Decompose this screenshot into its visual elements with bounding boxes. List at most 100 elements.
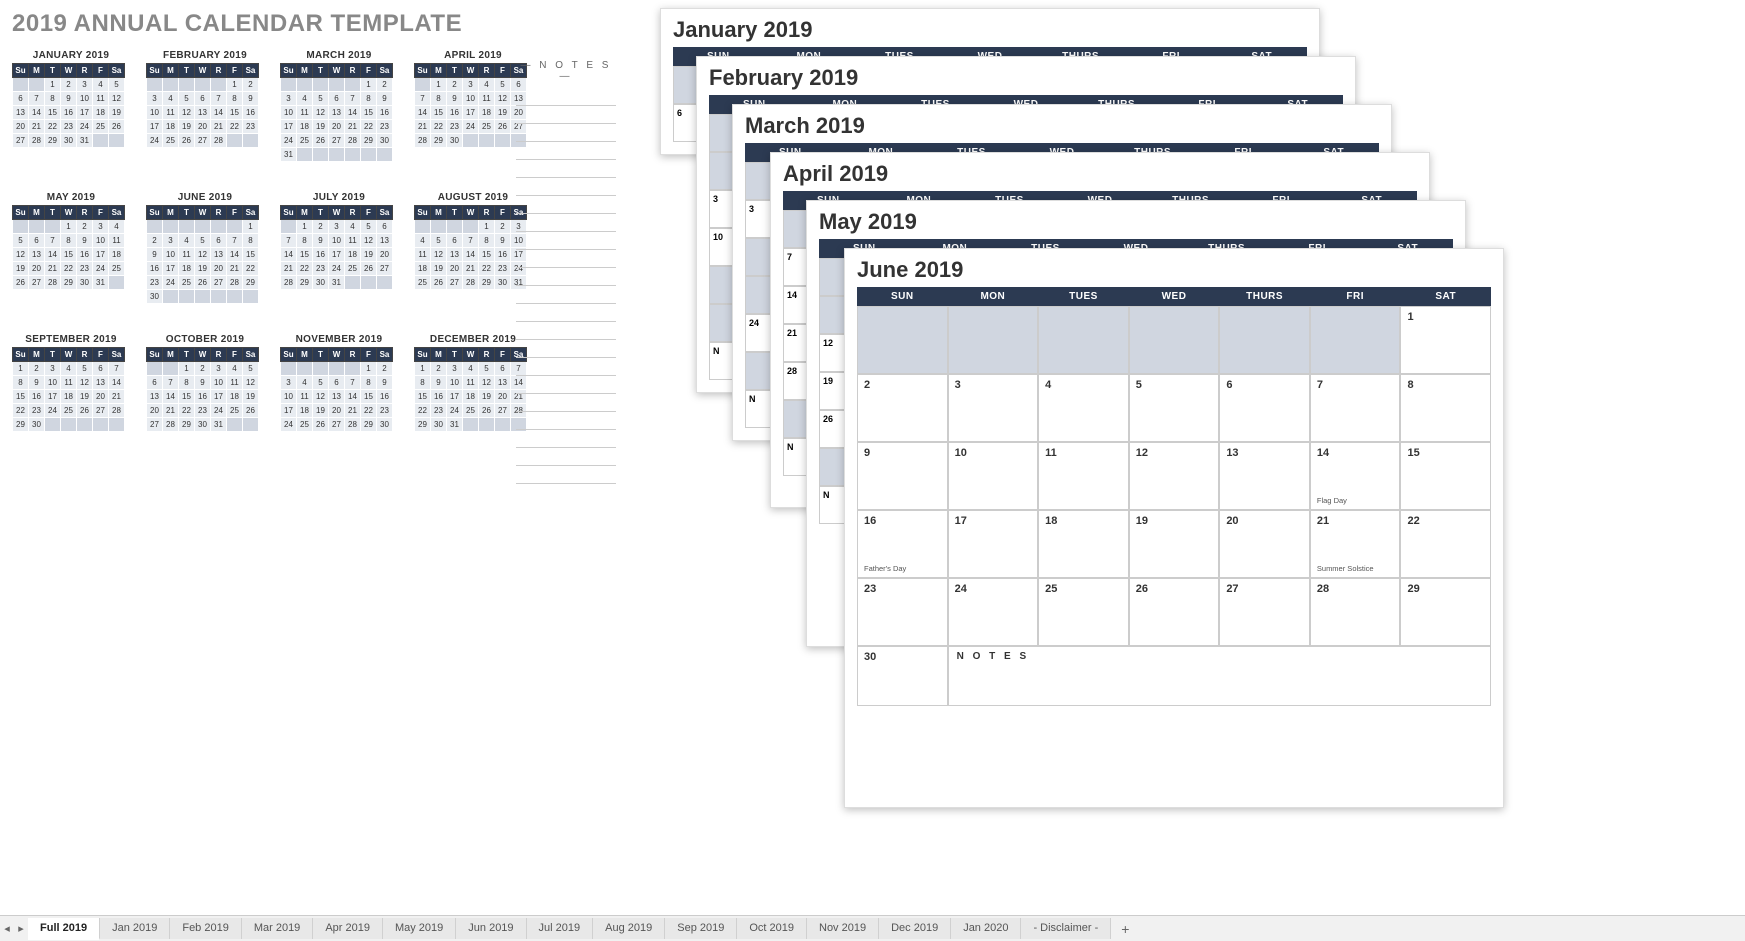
calendar-day-cell[interactable]: 24: [948, 578, 1039, 646]
mini-day-cell[interactable]: 20: [147, 404, 163, 418]
notes-line[interactable]: [516, 412, 616, 430]
mini-day-cell[interactable]: 25: [109, 262, 125, 276]
notes-line[interactable]: [516, 466, 616, 484]
mini-day-cell[interactable]: 4: [297, 376, 313, 390]
mini-day-cell[interactable]: 24: [163, 276, 179, 290]
sheet-tab[interactable]: Dec 2019: [879, 918, 951, 939]
mini-day-cell[interactable]: 29: [297, 276, 313, 290]
mini-day-cell[interactable]: 10: [93, 234, 109, 248]
mini-day-cell[interactable]: 6: [329, 376, 345, 390]
mini-day-cell[interactable]: 1: [297, 220, 313, 234]
mini-day-cell[interactable]: 30: [495, 276, 511, 290]
mini-day-cell[interactable]: 10: [211, 376, 227, 390]
mini-day-cell[interactable]: 7: [415, 92, 431, 106]
mini-day-cell[interactable]: 20: [13, 120, 29, 134]
mini-day-cell[interactable]: 17: [211, 390, 227, 404]
calendar-day-cell[interactable]: 22: [1400, 510, 1491, 578]
mini-day-cell[interactable]: 7: [281, 234, 297, 248]
mini-day-cell[interactable]: 1: [61, 220, 77, 234]
mini-day-cell[interactable]: [109, 134, 125, 148]
mini-day-cell[interactable]: [281, 78, 297, 92]
mini-day-cell[interactable]: [377, 148, 393, 162]
add-sheet-button[interactable]: +: [1111, 917, 1139, 941]
sheet-tab[interactable]: Mar 2019: [242, 918, 313, 939]
mini-day-cell[interactable]: 1: [415, 362, 431, 376]
mini-day-cell[interactable]: 9: [29, 376, 45, 390]
sheet-tab[interactable]: Sep 2019: [665, 918, 737, 939]
mini-day-cell[interactable]: 2: [77, 220, 93, 234]
mini-day-cell[interactable]: 2: [313, 220, 329, 234]
notes-line[interactable]: [516, 322, 616, 340]
mini-day-cell[interactable]: 4: [179, 234, 195, 248]
mini-day-cell[interactable]: [313, 362, 329, 376]
mini-day-cell[interactable]: 21: [29, 120, 45, 134]
mini-day-cell[interactable]: 2: [377, 362, 393, 376]
mini-day-cell[interactable]: 23: [313, 262, 329, 276]
mini-day-cell[interactable]: 9: [431, 376, 447, 390]
mini-day-cell[interactable]: 31: [447, 418, 463, 432]
mini-day-cell[interactable]: 7: [345, 376, 361, 390]
mini-day-cell[interactable]: 10: [329, 234, 345, 248]
notes-line[interactable]: [516, 376, 616, 394]
mini-day-cell[interactable]: 28: [345, 418, 361, 432]
mini-day-cell[interactable]: 19: [313, 120, 329, 134]
mini-day-cell[interactable]: 29: [45, 134, 61, 148]
mini-day-cell[interactable]: 25: [227, 404, 243, 418]
mini-day-cell[interactable]: 6: [377, 220, 393, 234]
mini-day-cell[interactable]: 1: [227, 78, 243, 92]
mini-day-cell[interactable]: 17: [447, 390, 463, 404]
mini-day-cell[interactable]: 7: [163, 376, 179, 390]
mini-day-cell[interactable]: 7: [345, 92, 361, 106]
mini-day-cell[interactable]: 13: [377, 234, 393, 248]
notes-line[interactable]: [516, 214, 616, 232]
mini-day-cell[interactable]: 22: [61, 262, 77, 276]
mini-day-cell[interactable]: [179, 290, 195, 304]
mini-day-cell[interactable]: 8: [431, 92, 447, 106]
mini-day-cell[interactable]: 29: [13, 418, 29, 432]
mini-day-cell[interactable]: 26: [361, 262, 377, 276]
mini-day-cell[interactable]: 2: [447, 78, 463, 92]
mini-day-cell[interactable]: 27: [447, 276, 463, 290]
mini-day-cell[interactable]: 13: [147, 390, 163, 404]
mini-day-cell[interactable]: [195, 78, 211, 92]
mini-day-cell[interactable]: 3: [211, 362, 227, 376]
mini-day-cell[interactable]: [447, 220, 463, 234]
mini-day-cell[interactable]: 11: [297, 390, 313, 404]
tab-next-icon[interactable]: ▸: [14, 918, 28, 940]
notes-line[interactable]: [516, 286, 616, 304]
mini-day-cell[interactable]: [329, 78, 345, 92]
mini-day-cell[interactable]: 23: [61, 120, 77, 134]
mini-day-cell[interactable]: 13: [13, 106, 29, 120]
calendar-day-cell[interactable]: 4: [1038, 374, 1129, 442]
mini-day-cell[interactable]: 20: [447, 262, 463, 276]
mini-day-cell[interactable]: [179, 78, 195, 92]
mini-day-cell[interactable]: 18: [415, 262, 431, 276]
calendar-day-cell[interactable]: 11: [1038, 442, 1129, 510]
mini-day-cell[interactable]: [163, 78, 179, 92]
mini-day-cell[interactable]: 3: [281, 376, 297, 390]
mini-day-cell[interactable]: 25: [297, 418, 313, 432]
mini-day-cell[interactable]: 17: [463, 106, 479, 120]
mini-day-cell[interactable]: 5: [495, 78, 511, 92]
mini-day-cell[interactable]: 12: [243, 376, 259, 390]
mini-day-cell[interactable]: 5: [109, 78, 125, 92]
mini-day-cell[interactable]: 10: [45, 376, 61, 390]
mini-day-cell[interactable]: 23: [447, 120, 463, 134]
calendar-day-cell[interactable]: 8: [1400, 374, 1491, 442]
mini-day-cell[interactable]: 13: [211, 248, 227, 262]
mini-day-cell[interactable]: 19: [361, 248, 377, 262]
mini-day-cell[interactable]: 25: [297, 134, 313, 148]
mini-day-cell[interactable]: 15: [361, 390, 377, 404]
mini-day-cell[interactable]: 23: [147, 276, 163, 290]
mini-day-cell[interactable]: 4: [93, 78, 109, 92]
mini-day-cell[interactable]: 22: [479, 262, 495, 276]
mini-day-cell[interactable]: 18: [179, 262, 195, 276]
mini-day-cell[interactable]: 27: [93, 404, 109, 418]
mini-day-cell[interactable]: [163, 220, 179, 234]
mini-day-cell[interactable]: 3: [45, 362, 61, 376]
notes-line[interactable]: [516, 142, 616, 160]
mini-day-cell[interactable]: 21: [163, 404, 179, 418]
sheet-tab[interactable]: - Disclaimer -: [1021, 918, 1111, 939]
mini-day-cell[interactable]: 13: [29, 248, 45, 262]
mini-day-cell[interactable]: 8: [61, 234, 77, 248]
